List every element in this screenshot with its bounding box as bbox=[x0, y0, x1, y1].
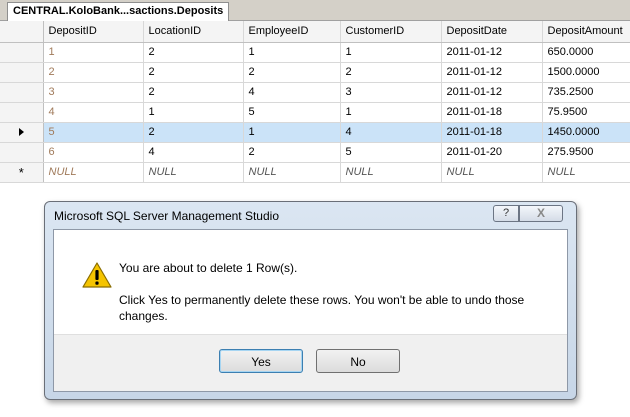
cell[interactable]: 3 bbox=[43, 82, 144, 103]
table-row[interactable]: 2 2 2 2 2011-01-12 1500.0000 bbox=[0, 62, 630, 83]
cell[interactable]: 3 bbox=[340, 82, 442, 103]
cell[interactable]: 2 bbox=[43, 62, 144, 83]
cell[interactable]: 6 bbox=[43, 142, 144, 163]
cell[interactable]: NULL bbox=[43, 162, 144, 183]
cell[interactable]: 650.0000 bbox=[542, 42, 630, 63]
grid-corner[interactable] bbox=[0, 21, 44, 43]
document-tab-strip: CENTRAL.KoloBank...sactions.Deposits bbox=[0, 0, 630, 21]
cell[interactable]: 2 bbox=[243, 62, 341, 83]
table-row[interactable]: 6 4 2 5 2011-01-20 275.9500 bbox=[0, 142, 630, 163]
close-button[interactable]: X bbox=[519, 205, 563, 222]
row-header[interactable]: * bbox=[0, 162, 44, 183]
cell[interactable]: NULL bbox=[243, 162, 341, 183]
grid-header-row: DepositID LocationID EmployeeID Customer… bbox=[0, 21, 630, 43]
cell[interactable]: NULL bbox=[441, 162, 543, 183]
row-header[interactable] bbox=[0, 122, 44, 143]
cell[interactable]: 2011-01-12 bbox=[441, 62, 543, 83]
cell[interactable]: 75.9500 bbox=[542, 102, 630, 123]
column-header-depositdate[interactable]: DepositDate bbox=[441, 21, 543, 43]
cell[interactable]: 4 bbox=[340, 122, 442, 143]
document-tab-deposits[interactable]: CENTRAL.KoloBank...sactions.Deposits bbox=[7, 2, 230, 21]
cell[interactable]: 735.2500 bbox=[542, 82, 630, 103]
table-row-selected[interactable]: 5 2 1 4 2011-01-18 1450.0000 bbox=[0, 122, 630, 143]
dialog-title: Microsoft SQL Server Management Studio bbox=[54, 209, 279, 223]
cell[interactable]: 275.9500 bbox=[542, 142, 630, 163]
cell[interactable]: 1 bbox=[243, 122, 341, 143]
column-header-customerid[interactable]: CustomerID bbox=[340, 21, 442, 43]
dialog-body: You are about to delete 1 Row(s). Click … bbox=[53, 229, 568, 392]
column-header-locationid[interactable]: LocationID bbox=[143, 21, 244, 43]
cell[interactable]: 4 bbox=[43, 102, 144, 123]
column-header-depositid[interactable]: DepositID bbox=[43, 21, 144, 43]
cell[interactable]: 5 bbox=[243, 102, 341, 123]
table-row[interactable]: 3 2 4 3 2011-01-12 735.2500 bbox=[0, 82, 630, 103]
dialog-message: You are about to delete 1 Row(s). bbox=[119, 261, 298, 275]
delete-confirm-dialog: Microsoft SQL Server Management Studio ?… bbox=[44, 201, 577, 400]
cell[interactable]: 2011-01-18 bbox=[441, 122, 543, 143]
cell[interactable]: NULL bbox=[340, 162, 442, 183]
cell[interactable]: 1500.0000 bbox=[542, 62, 630, 83]
cell[interactable]: 2 bbox=[340, 62, 442, 83]
cell[interactable]: 5 bbox=[43, 122, 144, 143]
current-row-arrow-icon bbox=[18, 128, 24, 137]
cell[interactable]: 2 bbox=[143, 82, 244, 103]
cell[interactable]: 4 bbox=[243, 82, 341, 103]
cell[interactable]: 1 bbox=[43, 42, 144, 63]
row-header[interactable] bbox=[0, 42, 44, 63]
cell[interactable]: 2011-01-18 bbox=[441, 102, 543, 123]
row-header[interactable] bbox=[0, 62, 44, 83]
cell[interactable]: 2 bbox=[143, 62, 244, 83]
dialog-button-bar: Yes No bbox=[54, 334, 567, 391]
cell[interactable]: NULL bbox=[143, 162, 244, 183]
cell[interactable]: 1450.0000 bbox=[542, 122, 630, 143]
table-row[interactable]: 1 2 1 1 2011-01-12 650.0000 bbox=[0, 42, 630, 63]
cell[interactable]: 1 bbox=[143, 102, 244, 123]
yes-button[interactable]: Yes bbox=[219, 349, 303, 373]
cell[interactable]: 2 bbox=[243, 142, 341, 163]
cell[interactable]: 2011-01-20 bbox=[441, 142, 543, 163]
column-header-employeeid[interactable]: EmployeeID bbox=[243, 21, 341, 43]
cell[interactable]: 2 bbox=[143, 42, 244, 63]
help-button[interactable]: ? bbox=[493, 205, 519, 222]
cell[interactable]: 1 bbox=[340, 42, 442, 63]
cell[interactable]: 4 bbox=[143, 142, 244, 163]
cell[interactable]: 2011-01-12 bbox=[441, 82, 543, 103]
row-header[interactable] bbox=[0, 82, 44, 103]
cell[interactable]: NULL bbox=[542, 162, 630, 183]
row-header[interactable] bbox=[0, 102, 44, 123]
new-row-icon: * bbox=[18, 164, 24, 180]
column-header-depositamount[interactable]: DepositAmount bbox=[542, 21, 630, 43]
results-grid: DepositID LocationID EmployeeID Customer… bbox=[0, 21, 630, 183]
no-button[interactable]: No bbox=[316, 349, 400, 373]
row-header[interactable] bbox=[0, 142, 44, 163]
warning-icon bbox=[82, 262, 112, 288]
table-row[interactable]: 4 1 5 1 2011-01-18 75.9500 bbox=[0, 102, 630, 123]
cell[interactable]: 1 bbox=[243, 42, 341, 63]
cell[interactable]: 2 bbox=[143, 122, 244, 143]
dialog-detail: Click Yes to permanently delete these ro… bbox=[119, 293, 525, 323]
cell[interactable]: 2011-01-12 bbox=[441, 42, 543, 63]
table-row-new[interactable]: * NULL NULL NULL NULL NULL NULL bbox=[0, 162, 630, 183]
cell[interactable]: 1 bbox=[340, 102, 442, 123]
cell[interactable]: 5 bbox=[340, 142, 442, 163]
